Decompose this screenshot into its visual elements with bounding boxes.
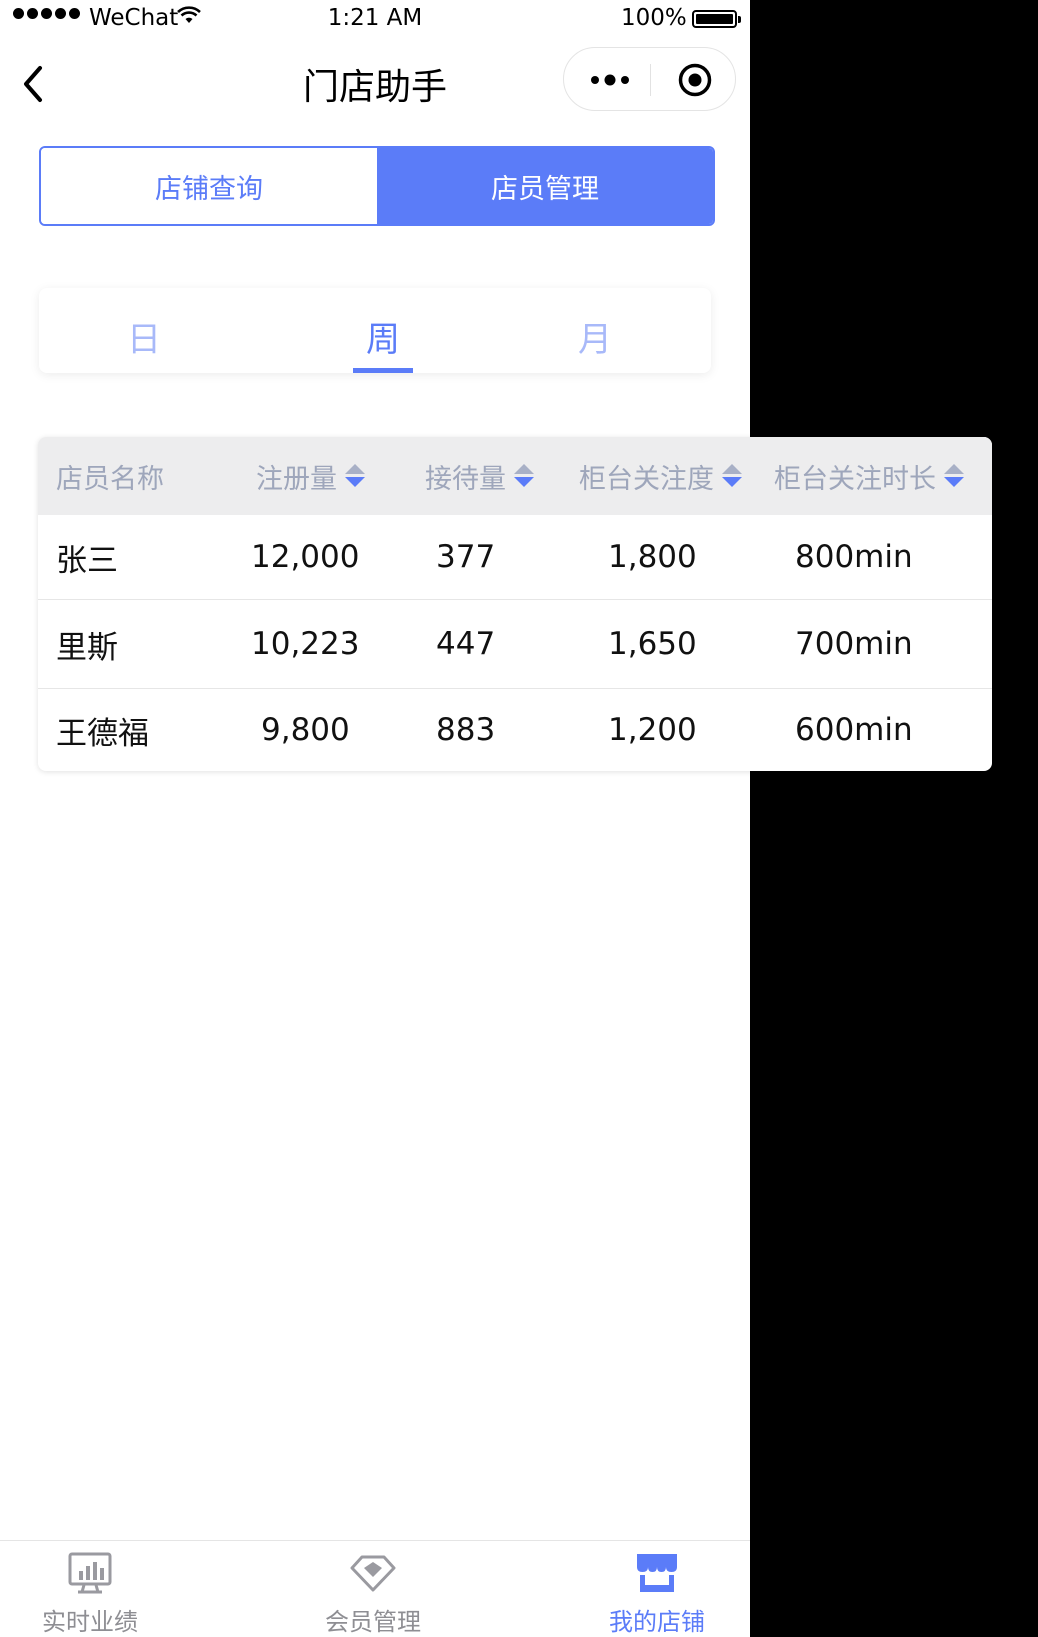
cell-counter-attention: 1,650 <box>608 626 697 662</box>
cell-attention-duration: 700min <box>795 626 913 662</box>
header-label: 注册量 <box>256 463 337 495</box>
cell-registrations: 10,223 <box>251 626 360 662</box>
cell-registrations: 12,000 <box>251 539 360 575</box>
tab-staff-management[interactable]: 店员管理 <box>377 148 713 224</box>
header-label: 柜台关注度 <box>579 463 714 495</box>
cell-staff-name: 张三 <box>56 542 118 579</box>
view-switcher: 店铺查询 店员管理 <box>39 146 715 226</box>
battery-percent: 100% <box>621 5 687 31</box>
cell-receptions: 883 <box>436 712 496 748</box>
cell-attention-duration: 800min <box>795 539 913 575</box>
cell-receptions: 447 <box>436 626 496 662</box>
cell-counter-attention: 1,200 <box>608 712 697 748</box>
tabbar-item-member-management[interactable]: 会员管理 <box>283 1541 463 1637</box>
capsule-divider <box>650 64 651 96</box>
tabbar-label: 我的店铺 <box>609 1608 705 1636</box>
active-tab-indicator <box>353 368 413 373</box>
battery-icon <box>692 10 741 28</box>
cell-staff-name: 王德福 <box>56 715 149 752</box>
column-header-attention-duration[interactable]: 柜台关注时长 <box>774 437 964 515</box>
status-bar: WeChat 1:21 AM 100% <box>0 0 750 40</box>
close-target-icon[interactable] <box>677 62 713 98</box>
sort-icon[interactable] <box>514 464 534 488</box>
column-header-receptions[interactable]: 接待量 <box>425 437 534 515</box>
table-row[interactable]: 里斯 10,223 447 1,650 700min <box>38 599 992 688</box>
sort-icon[interactable] <box>345 464 365 488</box>
miniprogram-capsule <box>563 47 736 111</box>
tabbar-label: 实时业绩 <box>42 1608 138 1636</box>
column-header-name: 店员名称 <box>56 437 164 515</box>
column-header-counter-attention[interactable]: 柜台关注度 <box>579 437 742 515</box>
tabbar-item-my-store[interactable]: 我的店铺 <box>567 1541 747 1637</box>
bottom-tab-bar: 实时业绩 会员管理 我的店铺 <box>0 1540 750 1637</box>
header-label: 柜台关注时长 <box>774 463 936 495</box>
tab-month[interactable]: 月 <box>535 288 655 373</box>
header-label: 接待量 <box>425 463 506 495</box>
cell-staff-name: 里斯 <box>56 629 118 666</box>
cell-registrations: 9,800 <box>261 712 350 748</box>
tabbar-item-realtime-performance[interactable]: 实时业绩 <box>0 1541 180 1637</box>
phone-screen: WeChat 1:21 AM 100% 门店助手 店铺查询 店员管理 日 周 月 <box>0 0 750 1637</box>
navigation-bar: 门店助手 <box>0 40 750 130</box>
column-header-registrations[interactable]: 注册量 <box>256 437 365 515</box>
table-row[interactable]: 张三 12,000 377 1,800 800min <box>38 515 992 599</box>
table-header: 店员名称 注册量 接待量 柜台关注度 柜台关注时长 <box>38 437 992 515</box>
tab-week-label: 周 <box>366 320 400 360</box>
cell-counter-attention: 1,800 <box>608 539 697 575</box>
tab-month-label: 月 <box>578 320 612 360</box>
sort-icon[interactable] <box>722 464 742 488</box>
period-tabs: 日 周 月 <box>39 288 711 373</box>
cell-receptions: 377 <box>436 539 496 575</box>
chart-monitor-icon <box>68 1552 112 1594</box>
diamond-icon <box>350 1555 396 1592</box>
header-label: 店员名称 <box>56 463 164 495</box>
sort-icon[interactable] <box>944 464 964 488</box>
tab-day-label: 日 <box>127 320 161 360</box>
store-icon <box>637 1554 677 1592</box>
cell-attention-duration: 600min <box>795 712 913 748</box>
table-row[interactable]: 王德福 9,800 883 1,200 600min <box>38 688 992 771</box>
tab-store-query[interactable]: 店铺查询 <box>41 148 377 224</box>
tabbar-label: 会员管理 <box>325 1608 421 1636</box>
tab-week[interactable]: 周 <box>323 288 443 373</box>
more-dots-icon[interactable] <box>590 70 630 90</box>
staff-table: 店员名称 注册量 接待量 柜台关注度 柜台关注时长 张三 12,000 377 … <box>38 437 992 771</box>
tab-day[interactable]: 日 <box>84 288 204 373</box>
